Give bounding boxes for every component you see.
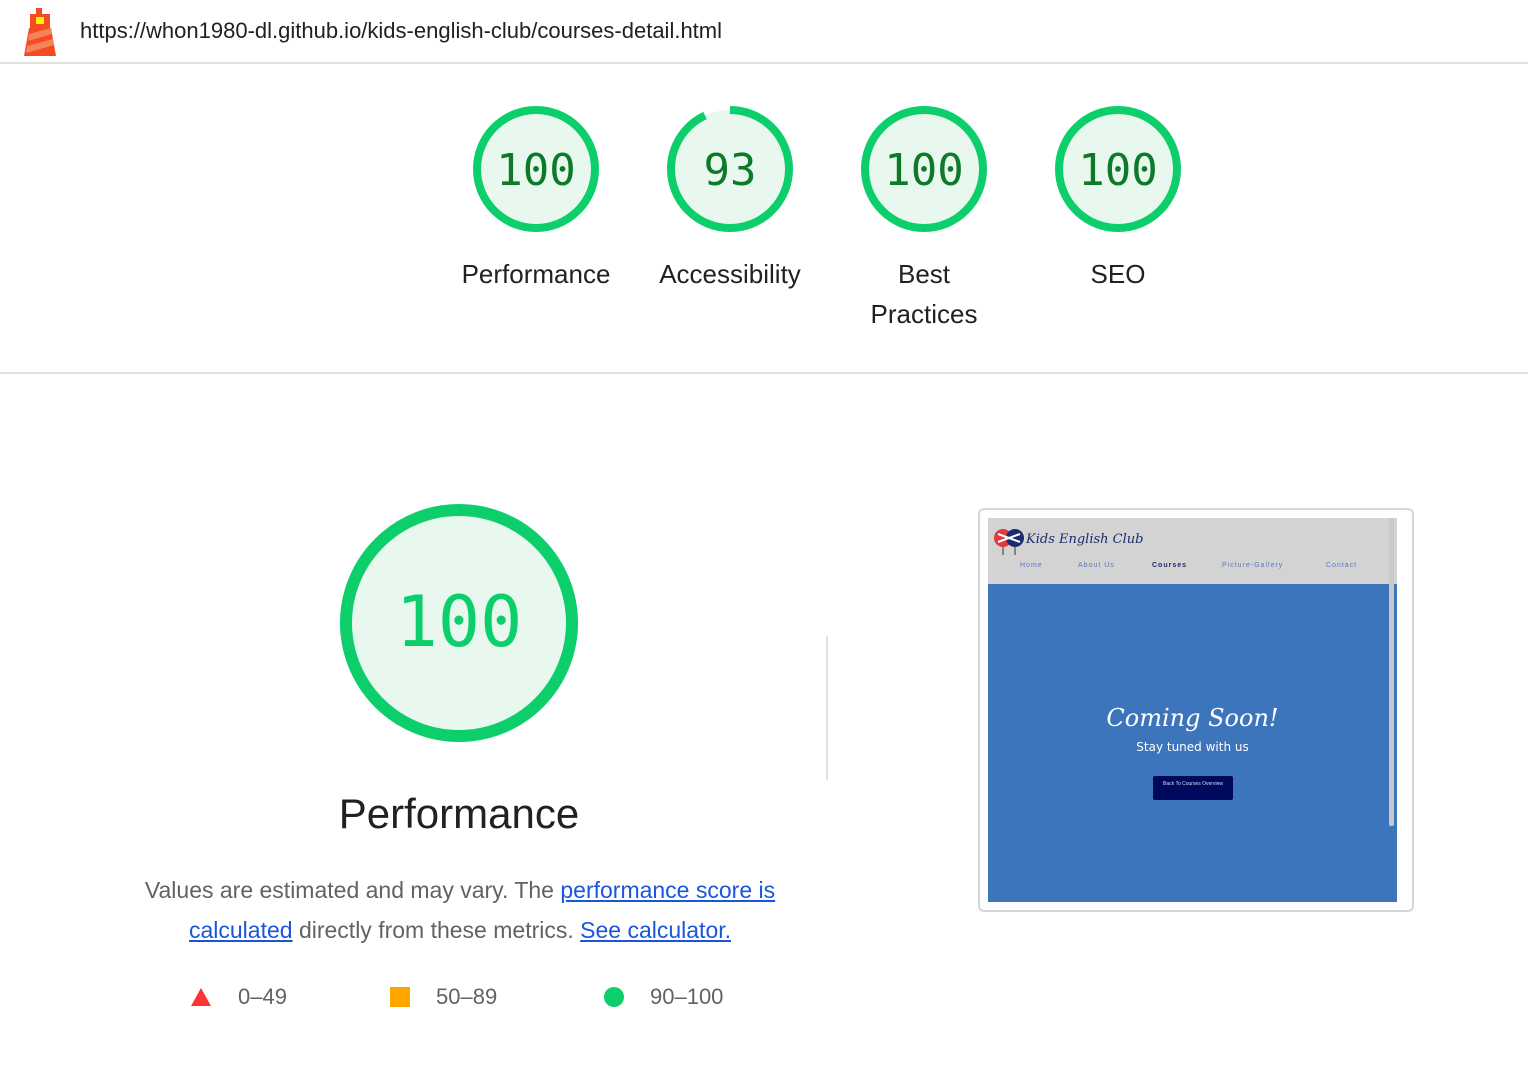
screenshot-menu-item: Contact — [1326, 562, 1358, 569]
gauge-performance[interactable]: 100 Performance — [446, 104, 626, 294]
see-calculator-link[interactable]: See calculator. — [580, 917, 731, 943]
screenshot-subheading: Stay tuned with us — [1136, 740, 1249, 754]
screenshot-page: Kids English Club Home About Us Courses … — [988, 518, 1397, 902]
desc-text: directly from these metrics. — [292, 917, 581, 943]
gauge-label: Accessibility — [659, 259, 801, 289]
performance-gauge: 100 — [340, 504, 578, 742]
final-screenshot[interactable]: Kids English Club Home About Us Courses … — [978, 508, 1414, 912]
lighthouse-icon — [24, 8, 56, 56]
gauge-score: 100 — [496, 145, 575, 196]
score-ring: 100 — [1055, 106, 1181, 232]
screenshot-navbar: Kids English Club Home About Us Courses … — [988, 518, 1397, 584]
screenshot-back-button: Back To Courses Overview — [1153, 776, 1233, 800]
legend-average: 50–89 — [390, 984, 497, 1010]
gauge-accessibility[interactable]: 93 Accessibility — [640, 104, 820, 294]
screenshot-hero: Coming Soon! Stay tuned with us Back To … — [988, 584, 1397, 902]
performance-description: Values are estimated and may vary. The p… — [130, 870, 790, 950]
gauge-label: SEO — [1090, 259, 1146, 289]
category-gauges: 100 Performance 93 Accessibility 100 Bes… — [0, 64, 1528, 372]
screenshot-menu-item: About Us — [1078, 562, 1115, 569]
screenshot-menu-item: Courses — [1152, 562, 1188, 569]
screenshot-menu-item: Home — [1020, 562, 1043, 569]
performance-score: 100 — [396, 581, 522, 663]
report-header: https://whon1980-dl.github.io/kids-engli… — [0, 0, 1528, 64]
gauge-label: Performance — [461, 259, 611, 289]
score-ring: 93 — [667, 106, 793, 232]
score-legend: 0–49 50–89 90–100 — [0, 984, 900, 1024]
legend-range: 90–100 — [650, 984, 724, 1009]
club-logo-icon — [994, 529, 1024, 555]
desc-text: Values are estimated and may vary. The — [144, 877, 561, 903]
gauge-score: 93 — [704, 145, 757, 196]
triangle-icon — [191, 988, 211, 1006]
gauge-seo[interactable]: 100 SEO — [1028, 104, 1208, 294]
score-ring: 100 — [861, 106, 987, 232]
gauge-score: 100 — [884, 145, 963, 196]
gauge-score: 100 — [1078, 145, 1157, 196]
score-ring: 100 — [473, 106, 599, 232]
screenshot-heading: Coming Soon! — [1106, 704, 1279, 732]
legend-range: 50–89 — [436, 984, 498, 1009]
legend-range: 0–49 — [238, 984, 287, 1009]
circle-icon — [604, 987, 624, 1007]
legend-fail: 0–49 — [190, 984, 287, 1010]
screenshot-scrollbar — [1389, 518, 1394, 826]
gauge-label: Best Practices — [870, 259, 978, 329]
screenshot-brand: Kids English Club — [1026, 532, 1144, 547]
square-icon — [390, 987, 410, 1007]
vertical-divider — [826, 636, 828, 780]
gauge-best-practices[interactable]: 100 Best Practices — [834, 104, 1014, 334]
section-divider — [0, 372, 1528, 374]
performance-title: Performance — [338, 790, 580, 837]
screenshot-menu-item: Picture-Gallery — [1222, 562, 1284, 569]
legend-pass: 90–100 — [604, 984, 723, 1010]
page-url[interactable]: https://whon1980-dl.github.io/kids-engli… — [80, 18, 722, 44]
